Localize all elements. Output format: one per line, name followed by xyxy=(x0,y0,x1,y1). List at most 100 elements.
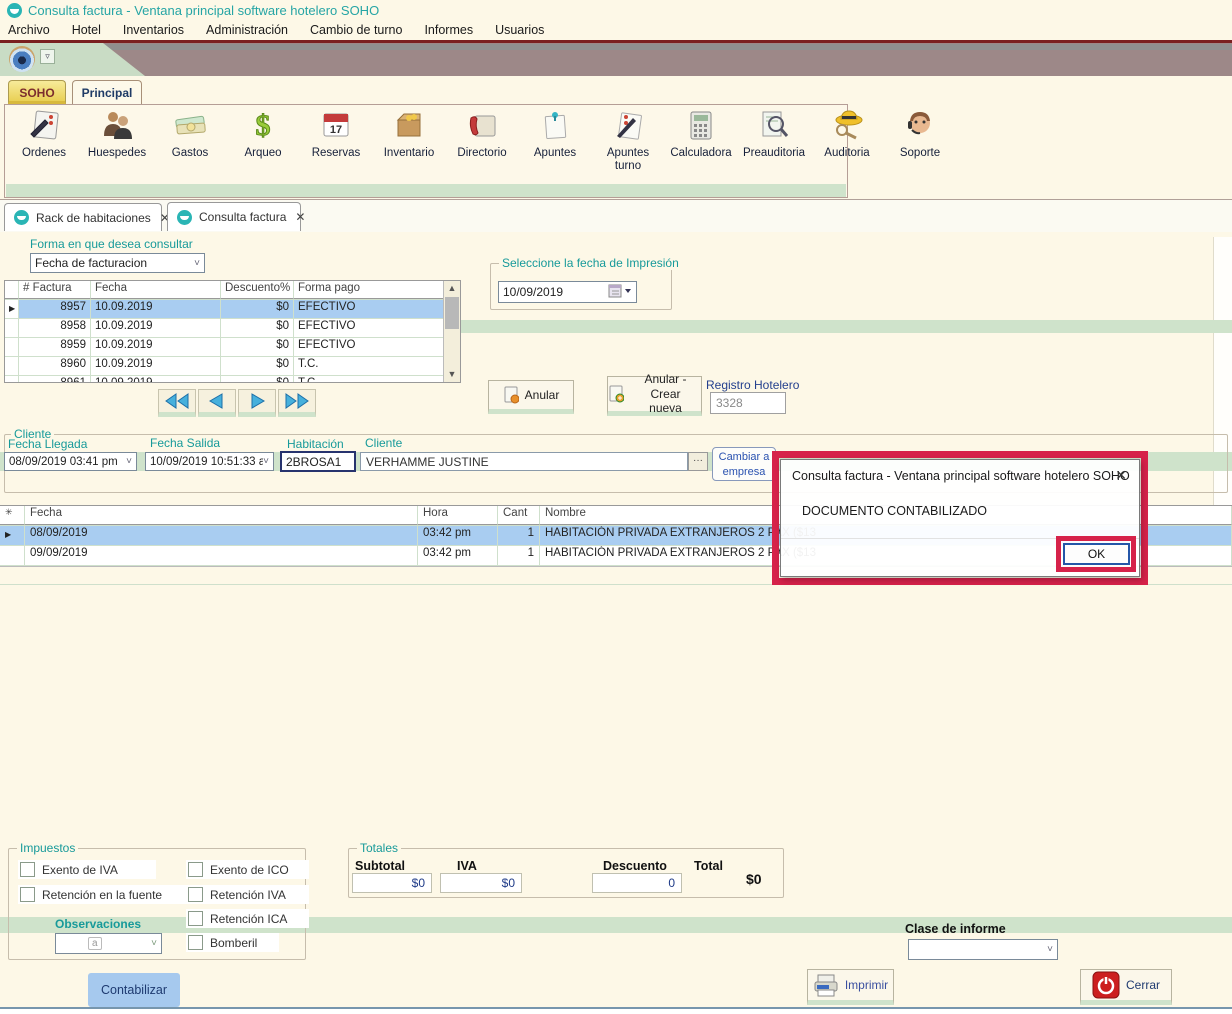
tool-huespedes[interactable]: Huespedes xyxy=(87,107,147,160)
habitacion-field[interactable]: 2BROSA1 xyxy=(280,451,356,472)
dialog-message: DOCUMENTO CONTABILIZADO xyxy=(802,504,987,518)
window-title: Consulta factura - Ventana principal sof… xyxy=(28,3,379,18)
row-marker-icon: ▶ xyxy=(0,526,25,545)
descuento-value: 0 xyxy=(592,873,682,893)
anular-button[interactable]: Anular xyxy=(488,380,574,414)
registro-hotelero-field[interactable]: 3328 xyxy=(710,392,786,414)
ribbon-tab-principal[interactable]: Principal xyxy=(72,80,142,105)
scrollbar-thumb[interactable] xyxy=(445,297,459,329)
left-arrow-icon xyxy=(206,392,228,410)
invoice-table[interactable]: # Factura Fecha Descuento% Forma pago ▶ … xyxy=(4,280,461,383)
dialog-close-icon[interactable]: ✕ xyxy=(1115,467,1127,484)
menu-administracion[interactable]: Administración xyxy=(206,23,288,37)
menu-informes[interactable]: Informes xyxy=(424,23,473,37)
tool-auditoria[interactable]: Auditoria xyxy=(817,107,877,160)
tool-gastos[interactable]: Gastos xyxy=(160,107,220,160)
impuestos-group-label: Impuestos xyxy=(17,841,78,855)
table-row[interactable]: 8959 10.09.2019 $0 EFECTIVO xyxy=(5,338,460,357)
cambiar-a-empresa-button[interactable]: Cambiar aempresa xyxy=(712,447,776,481)
tool-calculadora[interactable]: Calculadora xyxy=(671,107,731,160)
checkbox-icon[interactable] xyxy=(20,887,35,902)
tool-arqueo[interactable]: $ Arqueo xyxy=(233,107,293,160)
checkbox-icon[interactable] xyxy=(188,911,203,926)
checkbox-bomberil[interactable]: Bomberil xyxy=(186,933,279,952)
habitacion-label: Habitación xyxy=(287,437,344,451)
tab-consulta-factura[interactable]: Consulta factura ✕ xyxy=(167,202,301,231)
nav-previous-button[interactable] xyxy=(198,389,236,417)
table-row[interactable]: ▶ 8957 10.09.2019 $0 EFECTIVO xyxy=(5,300,460,319)
scroll-down-icon[interactable]: ▼ xyxy=(444,367,460,382)
menu-hotel[interactable]: Hotel xyxy=(72,23,101,37)
checkbox-icon[interactable] xyxy=(188,862,203,877)
fecha-llegada-select[interactable]: 08/09/2019 03:41 pm˅ xyxy=(4,452,137,471)
scroll-up-icon[interactable]: ▲ xyxy=(444,281,460,296)
fecha-llegada-label: Fecha Llegada xyxy=(8,437,87,451)
query-mode-select[interactable]: Fecha de facturacion˅ xyxy=(30,253,205,273)
tab-rack-de-habitaciones[interactable]: Rack de habitaciones ✕ xyxy=(4,203,162,231)
table-row[interactable]: 8961 10.09.2019 $0 T.C. xyxy=(5,376,460,383)
subtotal-label: Subtotal xyxy=(355,859,405,873)
tool-ordenes[interactable]: Ordenes xyxy=(14,107,74,160)
tool-preauditoria[interactable]: Preauditoria xyxy=(744,107,804,160)
row-marker-icon: ▶ xyxy=(5,300,19,318)
total-value: $0 xyxy=(746,871,762,887)
nav-last-button[interactable] xyxy=(278,389,316,417)
iva-value: $0 xyxy=(440,873,522,893)
anular-crear-nueva-button[interactable]: Anular - Crearnueva xyxy=(607,376,702,416)
tool-directorio[interactable]: Directorio xyxy=(452,107,512,160)
toolbar-panel-strip xyxy=(6,184,846,197)
fecha-salida-select[interactable]: 10/09/2019 10:51:33 a˅ xyxy=(145,452,274,471)
cliente-field[interactable]: VERHAMME JUSTINE xyxy=(360,452,688,471)
shift-notes-pen-icon xyxy=(610,107,646,143)
nav-first-button[interactable] xyxy=(158,389,196,417)
void-document-icon xyxy=(503,386,519,404)
tab-close-icon[interactable]: ✕ xyxy=(295,210,305,224)
contabilizar-button[interactable]: Contabilizar xyxy=(88,973,180,1007)
app-logo-icon xyxy=(7,3,22,18)
clase-de-informe-select[interactable]: ˅ xyxy=(908,939,1058,960)
cash-count-dollar-icon: $ xyxy=(245,107,281,143)
cliente-field-label: Cliente xyxy=(365,436,402,450)
checkbox-retencion-en-la-fuente[interactable]: Retención en la fuente xyxy=(18,885,186,904)
chevron-down-icon: ˅ xyxy=(194,258,200,269)
tool-inventario[interactable]: Inventario xyxy=(379,107,439,160)
observaciones-select[interactable]: a ˅ xyxy=(55,933,162,954)
table-row[interactable]: 8960 10.09.2019 $0 T.C. xyxy=(5,357,460,376)
void-create-document-icon xyxy=(608,385,624,403)
checkbox-icon[interactable] xyxy=(20,862,35,877)
ribbon-tab-soho[interactable]: SOHO xyxy=(8,80,66,104)
checkbox-icon[interactable] xyxy=(188,935,203,950)
eye-icon[interactable] xyxy=(9,46,35,72)
tab-icon xyxy=(177,210,192,225)
menu-cambio-de-turno[interactable]: Cambio de turno xyxy=(310,23,402,37)
descuento-label: Descuento xyxy=(603,859,667,873)
printer-icon xyxy=(813,973,839,997)
menu-bar: Archivo Hotel Inventarios Administración… xyxy=(0,20,1232,40)
green-stripe xyxy=(461,320,1232,333)
chevron-down-icon: ˅ xyxy=(263,456,269,467)
tool-soporte[interactable]: Soporte xyxy=(890,107,950,160)
ok-highlight-annotation xyxy=(1056,536,1136,572)
checkbox-icon[interactable] xyxy=(188,887,203,902)
tool-reservas[interactable]: 17 Reservas xyxy=(306,107,366,160)
menu-archivo[interactable]: Archivo xyxy=(8,23,50,37)
checkbox-exento-de-iva[interactable]: Exento de IVA xyxy=(18,860,156,879)
nav-next-button[interactable] xyxy=(238,389,276,417)
checkbox-exento-de-ico[interactable]: Exento de ICO xyxy=(186,860,309,879)
cerrar-button[interactable]: Cerrar xyxy=(1080,969,1172,1005)
vertical-scrollbar[interactable]: ▲ ▼ xyxy=(443,281,460,382)
expenses-money-icon xyxy=(172,107,208,143)
menu-inventarios[interactable]: Inventarios xyxy=(123,23,184,37)
fecha-salida-label: Fecha Salida xyxy=(150,436,220,450)
menu-usuarios[interactable]: Usuarios xyxy=(495,23,544,37)
checkbox-retencion-iva[interactable]: Retención IVA xyxy=(186,885,309,904)
tool-apuntes-turno[interactable]: Apuntes turno xyxy=(598,107,658,173)
qat-dropdown-icon[interactable]: ▿ xyxy=(40,49,55,64)
table-row[interactable]: 8958 10.09.2019 $0 EFECTIVO xyxy=(5,319,460,338)
tool-apuntes[interactable]: Apuntes xyxy=(525,107,585,160)
checkbox-retencion-ica[interactable]: Retención ICA xyxy=(186,909,309,928)
cliente-browse-button[interactable]: ··· xyxy=(688,452,708,471)
totales-group-label: Totales xyxy=(357,841,401,855)
imprimir-button[interactable]: Imprimir xyxy=(807,969,894,1005)
print-date-picker[interactable]: 10/09/2019 xyxy=(498,281,637,303)
